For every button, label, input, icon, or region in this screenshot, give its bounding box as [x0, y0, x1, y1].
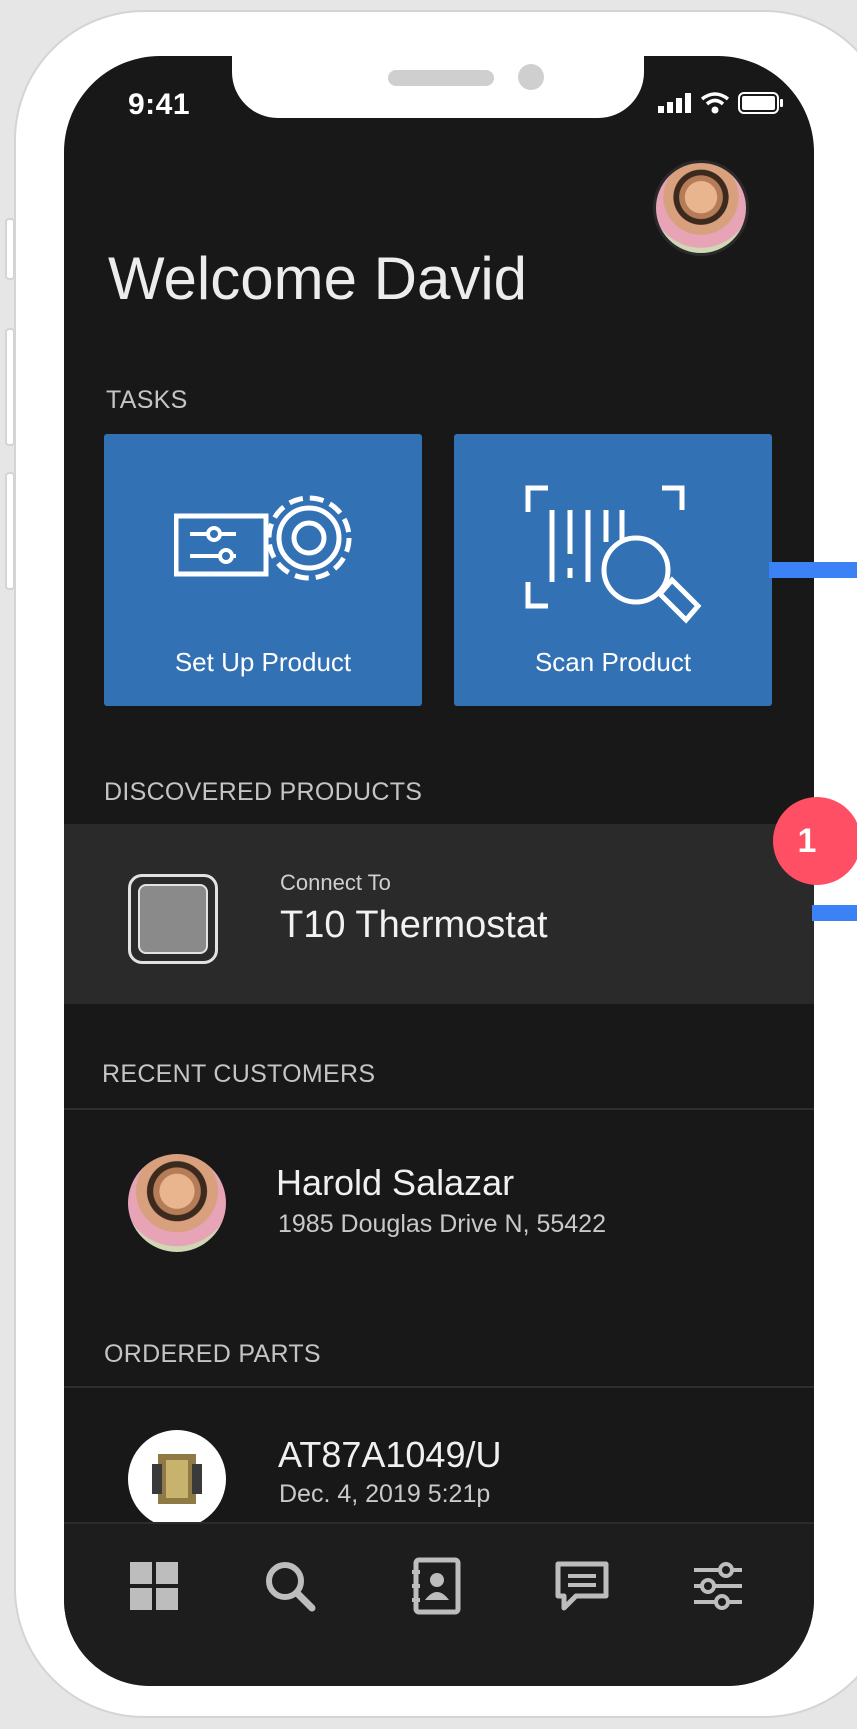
- tab-dashboard[interactable]: [124, 1556, 184, 1616]
- profile-avatar[interactable]: [653, 160, 749, 256]
- set-up-product-label: Set Up Product: [174, 647, 352, 677]
- front-camera: [518, 64, 544, 90]
- app-screen: 9:41 Welcome David TASKS Set Up Product …: [64, 56, 814, 1686]
- tab-settings[interactable]: [688, 1556, 748, 1616]
- tab-search[interactable]: [260, 1556, 320, 1616]
- welcome-heading: Welcome David: [108, 245, 528, 312]
- tasks-label: TASKS: [106, 386, 188, 414]
- messages-chat-icon: [555, 1561, 609, 1611]
- scan-product-label: Scan Product: [534, 647, 692, 677]
- tab-contacts[interactable]: [406, 1556, 466, 1616]
- discovered-products-label: DISCOVERED PRODUCTS: [104, 778, 423, 806]
- discovered-product-name: T10 Thermostat: [280, 904, 548, 946]
- recent-customers-label: RECENT CUSTOMERS: [102, 1060, 376, 1088]
- part-number: AT87A1049/U: [278, 1434, 502, 1475]
- settings-sliders-icon: [694, 1562, 742, 1610]
- mute-switch: [5, 218, 15, 280]
- volume-up-button: [5, 328, 15, 446]
- contacts-book-icon: [412, 1557, 461, 1615]
- tab-messages[interactable]: [552, 1556, 612, 1616]
- status-icons: [658, 92, 784, 114]
- annotation-badge: 1: [773, 797, 857, 885]
- divider: [64, 1386, 814, 1388]
- bottom-tab-bar: [64, 1522, 814, 1686]
- set-up-product-button[interactable]: Set Up Product: [104, 434, 422, 706]
- transformer-part-icon: [152, 1454, 202, 1504]
- divider: [64, 1108, 814, 1110]
- annotation-connector: [769, 562, 857, 578]
- part-image: [128, 1430, 226, 1528]
- customer-address: 1985 Douglas Drive N, 55422: [278, 1210, 606, 1238]
- customer-name: Harold Salazar: [276, 1162, 515, 1203]
- wifi-icon: [700, 92, 730, 114]
- annotation-connector: [812, 905, 857, 921]
- notch: [232, 56, 644, 118]
- scan-product-button[interactable]: Scan Product: [454, 434, 772, 706]
- status-time: 9:41: [128, 88, 191, 121]
- search-icon: [266, 1562, 316, 1612]
- cellular-signal-icon: [658, 93, 691, 113]
- dashboard-grid-icon: [130, 1562, 178, 1610]
- scan-barcode-magnifier-icon: [525, 485, 702, 624]
- volume-down-button: [5, 472, 15, 590]
- customer-avatar: [128, 1154, 226, 1252]
- discovered-product-row[interactable]: Connect To T10 Thermostat: [64, 824, 814, 1004]
- thermostat-device-icon: [128, 874, 218, 964]
- ordered-parts-label: ORDERED PARTS: [104, 1340, 321, 1368]
- part-order-date: Dec. 4, 2019 5:21p: [279, 1480, 491, 1508]
- connect-to-label: Connect To: [280, 870, 391, 895]
- battery-icon: [738, 92, 783, 114]
- setup-product-gear-icon: [174, 495, 352, 581]
- speaker: [388, 70, 494, 86]
- thermostat-screen: [138, 884, 208, 954]
